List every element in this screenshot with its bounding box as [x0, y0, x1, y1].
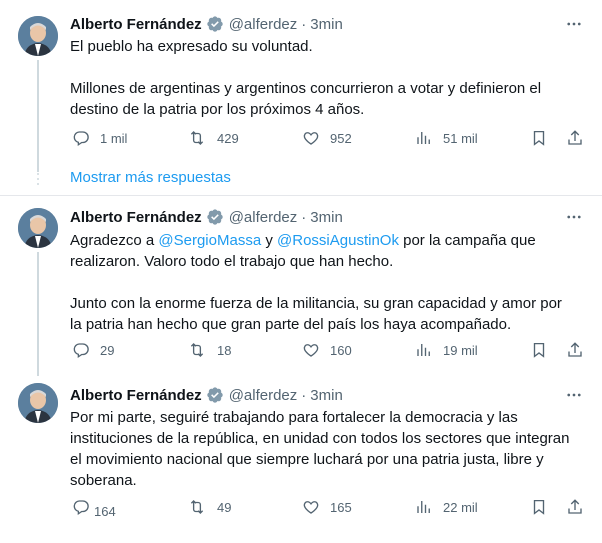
- separator-dot: ·: [301, 208, 307, 226]
- thread-dots: [37, 168, 39, 188]
- share-icon: [568, 342, 582, 357]
- retweet-icon: [190, 343, 204, 357]
- retweet-count: 49: [217, 499, 232, 515]
- tweet-header: Alberto Fernández @alferdez · 3min: [70, 207, 343, 227]
- like-button[interactable]: 952: [302, 129, 352, 147]
- views-button[interactable]: 22 mil: [415, 498, 478, 516]
- views-count: 19 mil: [443, 342, 478, 358]
- tweet-paragraph: Millones de argentinas y argentinos conc…: [70, 80, 542, 118]
- avatar[interactable]: [18, 16, 58, 56]
- retweet-count: 429: [217, 130, 239, 146]
- verified-icon: [206, 208, 224, 226]
- share-button[interactable]: [566, 129, 594, 147]
- tweet-3[interactable]: Alberto Fernández @alferdez · 3min Por m…: [0, 371, 602, 543]
- retweet-button[interactable]: 18: [187, 341, 231, 359]
- like-count: 952: [330, 130, 352, 146]
- avatar[interactable]: [18, 208, 58, 248]
- share-icon: [568, 499, 582, 514]
- bookmark-icon: [533, 499, 545, 515]
- bookmark-button[interactable]: [530, 341, 558, 359]
- views-button[interactable]: 51 mil: [415, 129, 478, 147]
- tweet-text: El pueblo ha expresado su voluntad. Mill…: [70, 36, 570, 120]
- views-count: 22 mil: [443, 499, 478, 515]
- reply-count: 1 mil: [100, 130, 128, 146]
- tweet-text: Por mi parte, seguiré trabajando para fo…: [70, 407, 570, 491]
- like-count: 160: [330, 342, 352, 358]
- like-icon: [303, 344, 319, 357]
- tweet-actions: 164 49 165 22 mil: [70, 498, 590, 520]
- more-icon[interactable]: [564, 207, 584, 227]
- timestamp[interactable]: 3min: [310, 209, 343, 226]
- verified-icon: [206, 386, 224, 404]
- tweet-paragraph: El pueblo ha expresado su voluntad.: [70, 38, 313, 55]
- timestamp[interactable]: 3min: [310, 16, 343, 33]
- retweet-icon: [190, 500, 204, 514]
- reply-icon: [73, 131, 89, 147]
- display-name[interactable]: Alberto Fernández: [70, 209, 202, 226]
- views-icon: [417, 132, 430, 144]
- reply-icon: [73, 500, 89, 516]
- tweet-paragraph: Por mi parte, seguiré trabajando para fo…: [70, 409, 570, 489]
- timestamp[interactable]: 3min: [310, 387, 343, 404]
- like-button[interactable]: 160: [302, 341, 352, 359]
- retweet-count: 18: [217, 342, 232, 358]
- tweet-actions: 1 mil 429 952 51 mil: [70, 129, 590, 151]
- retweet-button[interactable]: 49: [187, 498, 231, 516]
- display-name[interactable]: Alberto Fernández: [70, 16, 202, 33]
- bookmark-icon: [533, 342, 545, 358]
- like-button[interactable]: 165: [302, 498, 352, 516]
- like-icon: [303, 501, 319, 514]
- handle[interactable]: @alferdez: [229, 387, 298, 404]
- retweet-button[interactable]: 429: [187, 129, 239, 147]
- views-count: 51 mil: [443, 130, 478, 146]
- share-button[interactable]: [566, 341, 594, 359]
- tweet-1[interactable]: Alberto Fernández @alferdez · 3min El pu…: [0, 0, 602, 172]
- views-icon: [417, 344, 430, 356]
- reply-button[interactable]: 1 mil: [72, 129, 127, 147]
- retweet-icon: [190, 131, 204, 145]
- verified-icon: [206, 15, 224, 33]
- views-icon: [417, 501, 430, 513]
- more-icon[interactable]: [564, 14, 584, 34]
- tweet-paragraph: Junto con la enorme fuerza de la militan…: [70, 295, 562, 333]
- reply-icon: [73, 343, 89, 359]
- thread-line: [37, 60, 39, 172]
- share-icon: [568, 130, 582, 145]
- handle[interactable]: @alferdez: [229, 209, 298, 226]
- tweet-header: Alberto Fernández @alferdez · 3min: [70, 385, 343, 405]
- separator-dot: ·: [301, 386, 307, 404]
- avatar[interactable]: [18, 383, 58, 423]
- more-icon[interactable]: [564, 385, 584, 405]
- like-count: 165: [330, 499, 352, 515]
- like-icon: [303, 132, 319, 145]
- bookmark-button[interactable]: [530, 498, 558, 516]
- tweet-2[interactable]: Alberto Fernández @alferdez · 3min Agrad…: [0, 196, 602, 376]
- share-button[interactable]: [566, 498, 594, 516]
- show-more-replies-link[interactable]: Mostrar más respuestas: [70, 169, 231, 186]
- tweet-header: Alberto Fernández @alferdez · 3min: [70, 14, 343, 34]
- bookmark-icon: [533, 130, 545, 146]
- reply-count: 29: [100, 342, 115, 358]
- separator-dot: ·: [301, 15, 307, 33]
- bookmark-button[interactable]: [530, 129, 558, 147]
- views-button[interactable]: 19 mil: [415, 341, 478, 359]
- text-segment: y: [261, 232, 278, 249]
- mention-link[interactable]: @RossiAgustinOk: [277, 232, 399, 249]
- reply-button[interactable]: 164: [72, 498, 116, 519]
- mention-link[interactable]: @SergioMassa: [158, 232, 261, 249]
- handle[interactable]: @alferdez: [229, 16, 298, 33]
- reply-count: 164: [94, 503, 116, 519]
- text-segment: Agradezco a: [70, 232, 159, 249]
- tweet-paragraph: Agradezco a @SergioMassa y @RossiAgustin…: [70, 230, 570, 272]
- reply-button[interactable]: 29: [72, 341, 114, 359]
- tweet-text: Agradezco a @SergioMassa y @RossiAgustin…: [70, 230, 570, 335]
- display-name[interactable]: Alberto Fernández: [70, 387, 202, 404]
- thread-line: [37, 252, 39, 376]
- tweet-actions: 29 18 160 19 mil: [70, 341, 590, 363]
